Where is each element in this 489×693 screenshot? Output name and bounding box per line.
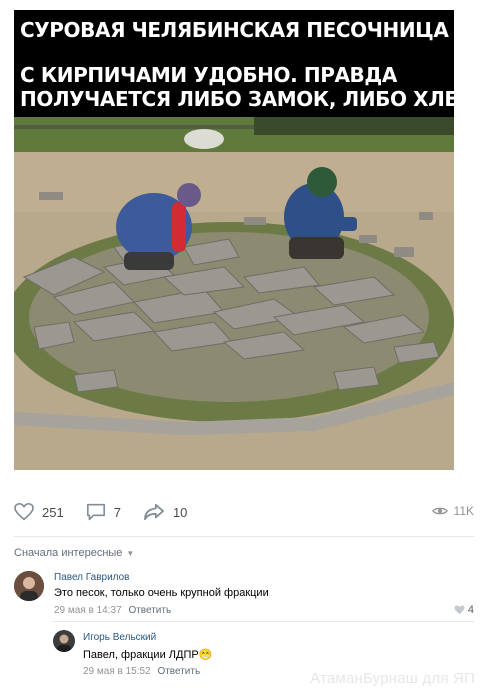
comment-text: Павел, фракции ЛДПР😁	[83, 649, 213, 661]
comment-author[interactable]: Игорь Вельский	[83, 632, 156, 643]
comment-text: Это песок, только очень крупной фракции	[54, 587, 269, 599]
comment-author[interactable]: Павел Гаврилов	[54, 572, 130, 583]
views-count: 11K	[453, 504, 474, 518]
post-image[interactable]: СУРОВАЯ ЧЕЛЯБИНСКАЯ ПЕСОЧНИЦА С КИРПИЧАМ…	[14, 10, 454, 470]
caption-line-1: СУРОВАЯ ЧЕЛЯБИНСКАЯ ПЕСОЧНИЦА	[20, 18, 449, 42]
avatar-image	[53, 630, 75, 652]
comment-count: 7	[113, 504, 121, 520]
avatar[interactable]	[14, 571, 44, 601]
comment-like-count: 4	[467, 604, 474, 616]
comment-like-button[interactable]: 4	[454, 604, 474, 616]
post-actions: 251 7 10 11K	[14, 498, 474, 526]
avatar[interactable]	[53, 630, 75, 652]
divider	[14, 536, 474, 537]
caption-line-3: ПОЛУЧАЕТСЯ ЛИБО ЗАМОК, ЛИБО ХЛЕБ	[20, 87, 454, 111]
share-button[interactable]: 10	[143, 503, 187, 521]
share-icon	[144, 503, 164, 521]
views-counter: 11K	[431, 504, 474, 518]
comment-meta: 29 мая в 14:37 Ответить	[54, 605, 171, 616]
comments-sort-dropdown[interactable]: Сначала интересные ▼	[14, 547, 134, 559]
avatar-image	[14, 571, 44, 601]
share-count: 10	[172, 504, 188, 520]
comment-date[interactable]: 29 мая в 14:37	[54, 605, 122, 616]
watermark: АтаманБурнаш для ЯП	[310, 670, 475, 687]
sort-label: Сначала интересные	[14, 547, 123, 559]
caption-line-2: С КИРПИЧАМИ УДОБНО. ПРАВДА	[20, 63, 397, 87]
comment-icon	[86, 503, 105, 521]
comment-meta: 29 мая в 15:52 Ответить	[83, 666, 200, 677]
heart-icon	[14, 503, 34, 521]
comment-date[interactable]: 29 мая в 15:52	[83, 666, 151, 677]
reply-button[interactable]: Ответить	[157, 666, 200, 677]
caption-bar: СУРОВАЯ ЧЕЛЯБИНСКАЯ ПЕСОЧНИЦА С КИРПИЧАМ…	[14, 10, 454, 117]
heart-icon	[454, 605, 465, 615]
photo	[14, 117, 454, 470]
like-count: 251	[42, 504, 64, 520]
comment-divider	[52, 621, 474, 622]
like-button[interactable]: 251	[14, 503, 64, 521]
comment-button[interactable]: 7	[86, 503, 121, 521]
reply-button[interactable]: Ответить	[128, 605, 171, 616]
chevron-down-icon: ▼	[126, 548, 135, 558]
eye-icon	[431, 507, 448, 515]
